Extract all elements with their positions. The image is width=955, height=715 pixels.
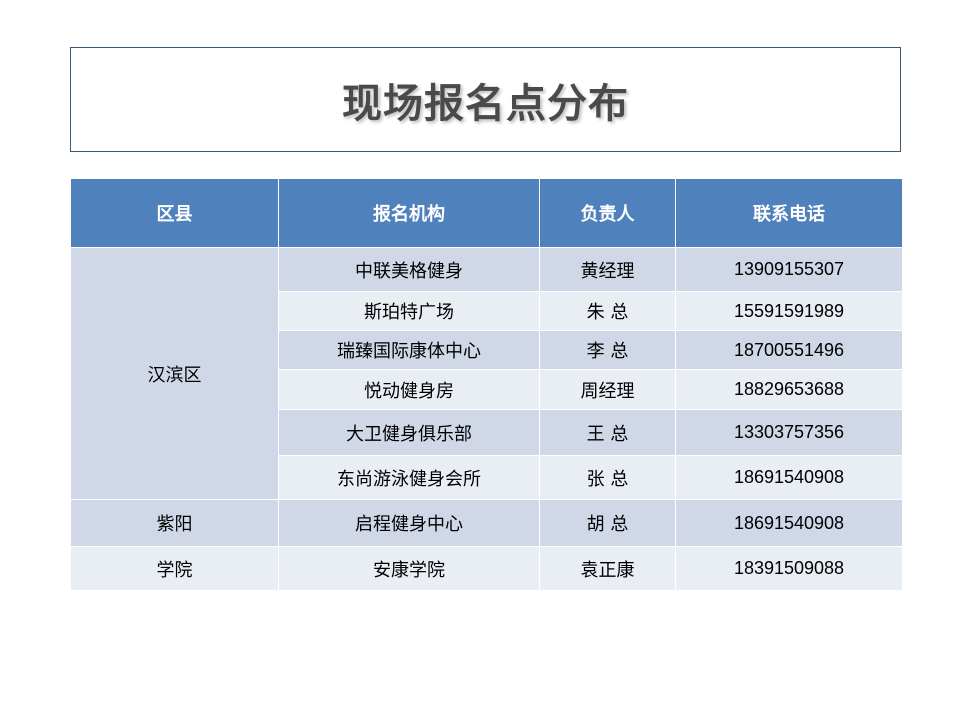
person-cell: 黄经理 <box>539 247 676 292</box>
org-cell: 斯珀特广场 <box>278 291 540 331</box>
phone-cell: 13303757356 <box>675 409 903 456</box>
person-cell: 张 总 <box>539 455 676 500</box>
person-cell: 袁正康 <box>539 546 676 591</box>
distribution-table: 区县 报名机构 负责人 联系电话 汉滨区 中联美格健身 黄经理 13909155… <box>70 178 903 591</box>
table-row: 紫阳 启程健身中心 胡 总 18691540908 <box>70 499 903 547</box>
header-district: 区县 <box>70 178 279 248</box>
org-cell: 悦动健身房 <box>278 369 540 410</box>
person-cell: 胡 总 <box>539 499 676 547</box>
phone-cell: 18691540908 <box>675 455 903 500</box>
district-cell: 汉滨区 <box>70 247 279 500</box>
table-row: 学院 安康学院 袁正康 18391509088 <box>70 546 903 591</box>
person-cell: 王 总 <box>539 409 676 456</box>
district-cell: 紫阳 <box>70 499 279 547</box>
phone-cell: 18700551496 <box>675 330 903 370</box>
header-person: 负责人 <box>539 178 676 248</box>
phone-cell: 13909155307 <box>675 247 903 292</box>
table-header-row: 区县 报名机构 负责人 联系电话 <box>70 178 903 248</box>
title-box: 现场报名点分布 <box>70 47 901 152</box>
person-cell: 周经理 <box>539 369 676 410</box>
district-cell: 学院 <box>70 546 279 591</box>
phone-cell: 18829653688 <box>675 369 903 410</box>
org-cell: 瑞臻国际康体中心 <box>278 330 540 370</box>
org-cell: 东尚游泳健身会所 <box>278 455 540 500</box>
page-title: 现场报名点分布 <box>342 80 629 127</box>
org-cell: 启程健身中心 <box>278 499 540 547</box>
header-org: 报名机构 <box>278 178 540 248</box>
phone-cell: 15591591989 <box>675 291 903 331</box>
person-cell: 朱 总 <box>539 291 676 331</box>
org-cell: 大卫健身俱乐部 <box>278 409 540 456</box>
org-cell: 安康学院 <box>278 546 540 591</box>
phone-cell: 18691540908 <box>675 499 903 547</box>
person-cell: 李 总 <box>539 330 676 370</box>
phone-cell: 18391509088 <box>675 546 903 591</box>
table-row: 汉滨区 中联美格健身 黄经理 13909155307 <box>70 247 903 500</box>
header-phone: 联系电话 <box>675 178 903 248</box>
org-cell: 中联美格健身 <box>278 247 540 292</box>
